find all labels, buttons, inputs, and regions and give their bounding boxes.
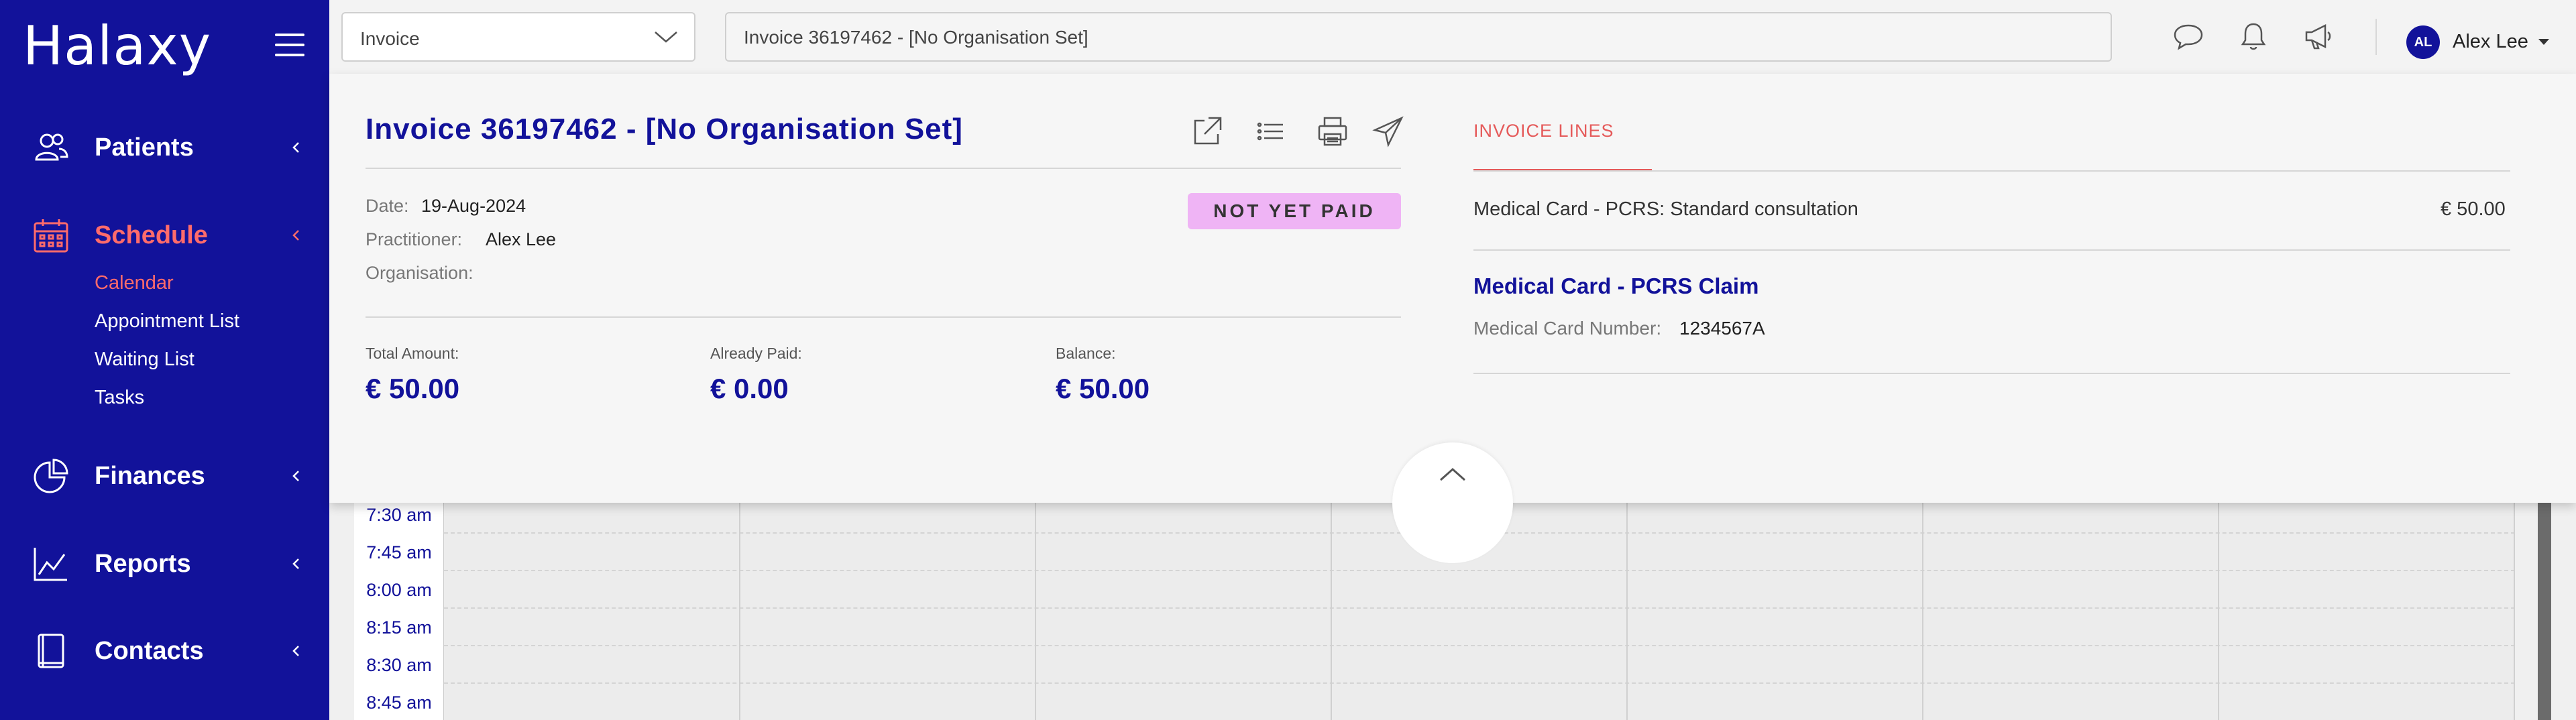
chevron-down-icon bbox=[655, 32, 677, 43]
chevron-up-icon bbox=[1440, 467, 1465, 481]
sidebar-item-finances[interactable]: Finances bbox=[0, 449, 329, 503]
pie-chart-icon bbox=[34, 459, 68, 493]
bell-icon[interactable] bbox=[2237, 21, 2270, 51]
calendar-column-divider bbox=[2514, 496, 2515, 720]
organisation-label: Organisation: bbox=[366, 263, 473, 283]
calendar-row[interactable] bbox=[444, 571, 2515, 609]
line-chart-icon bbox=[34, 548, 67, 581]
divider bbox=[366, 316, 1401, 318]
calendar-row[interactable] bbox=[444, 646, 2515, 684]
sidebar-item-schedule[interactable]: Schedule bbox=[0, 208, 329, 262]
time-label: 7:45 am bbox=[366, 542, 432, 562]
avatar[interactable]: AL bbox=[2406, 25, 2440, 59]
divider bbox=[1473, 170, 2510, 172]
logo-text: Halaxy bbox=[23, 15, 212, 77]
top-bar: Invoice Invoice 36197462 - [No Organisat… bbox=[329, 0, 2576, 74]
topbar-divider bbox=[2375, 19, 2377, 55]
send-icon[interactable] bbox=[1372, 115, 1404, 147]
sidebar: Halaxy Patients Schedule Calendar Appoin… bbox=[0, 0, 329, 720]
search-input-value: Invoice 36197462 - [No Organisation Set] bbox=[744, 27, 1088, 48]
invoice-line-description: Medical Card - PCRS: Standard consultati… bbox=[1473, 198, 1858, 220]
chevron-left-icon bbox=[292, 558, 299, 569]
open-external-icon[interactable] bbox=[1191, 115, 1223, 147]
chevron-left-icon bbox=[292, 646, 299, 656]
invoice-title: Invoice 36197462 - [No Organisation Set] bbox=[366, 113, 963, 145]
address-book-icon bbox=[38, 634, 64, 668]
chevron-left-icon bbox=[292, 142, 299, 153]
time-label: 8:45 am bbox=[366, 693, 432, 713]
sidebar-subitem-appointment-list[interactable]: Appointment List bbox=[95, 310, 239, 333]
practitioner-value: Alex Lee bbox=[486, 229, 557, 249]
total-amount-value: € 50.00 bbox=[366, 373, 460, 404]
megaphone-icon[interactable] bbox=[2302, 21, 2335, 51]
print-icon[interactable] bbox=[1317, 115, 1349, 147]
total-amount-label: Total Amount: bbox=[366, 345, 459, 362]
search-type-select[interactable]: Invoice bbox=[341, 12, 695, 62]
calendar-row[interactable] bbox=[444, 609, 2515, 646]
time-label: 8:00 am bbox=[366, 580, 432, 600]
calendar-icon bbox=[34, 219, 68, 253]
chevron-left-icon bbox=[292, 230, 299, 241]
sidebar-item-contacts[interactable]: Contacts bbox=[0, 624, 329, 678]
menu-toggle-icon[interactable] bbox=[275, 34, 304, 56]
medical-card-number-label: Medical Card Number: bbox=[1473, 318, 1662, 339]
sidebar-item-label: Schedule bbox=[95, 221, 208, 249]
chat-icon[interactable] bbox=[2172, 21, 2204, 51]
vertical-scrollbar[interactable] bbox=[2538, 496, 2551, 720]
status-badge: NOT YET PAID bbox=[1188, 193, 1401, 229]
search-type-value: Invoice bbox=[360, 28, 420, 49]
sidebar-item-patients[interactable]: Patients bbox=[0, 121, 329, 174]
list-icon[interactable] bbox=[1255, 115, 1287, 147]
calendar-column-divider bbox=[739, 496, 740, 720]
calendar-column-divider bbox=[1035, 496, 1036, 720]
sidebar-item-label: Contacts bbox=[95, 636, 204, 665]
invoice-panel: Invoice 36197462 - [No Organisation Set]… bbox=[329, 74, 2576, 563]
calendar-column-divider bbox=[1922, 496, 1923, 720]
date-label: Date: bbox=[366, 196, 409, 216]
tab-invoice-lines[interactable]: INVOICE LINES bbox=[1473, 121, 1614, 141]
time-column: 7:30 am 7:45 am 8:00 am 8:15 am 8:30 am … bbox=[354, 496, 444, 720]
chevron-left-icon bbox=[292, 471, 299, 481]
balance-label: Balance: bbox=[1056, 345, 1116, 362]
sidebar-subitem-waiting-list[interactable]: Waiting List bbox=[95, 349, 194, 371]
divider bbox=[1473, 373, 2510, 374]
date-value: 19-Aug-2024 bbox=[421, 196, 526, 216]
collapse-panel-button[interactable] bbox=[1392, 442, 1513, 563]
calendar-column-divider bbox=[1331, 496, 1332, 720]
sidebar-item-reports[interactable]: Reports bbox=[0, 537, 329, 591]
patients-icon bbox=[35, 133, 68, 161]
invoice-line-amount: € 50.00 bbox=[2441, 198, 2506, 220]
halaxy-logo[interactable]: Halaxy bbox=[23, 16, 211, 76]
sidebar-item-label: Patients bbox=[95, 133, 194, 162]
claim-title: Medical Card - PCRS Claim bbox=[1473, 274, 1759, 298]
calendar-row[interactable] bbox=[444, 684, 2515, 720]
practitioner-label: Practitioner: bbox=[366, 229, 463, 249]
time-label: 8:30 am bbox=[366, 655, 432, 675]
caret-down-icon[interactable] bbox=[2538, 39, 2549, 45]
already-paid-label: Already Paid: bbox=[710, 345, 802, 362]
medical-card-number-value: 1234567A bbox=[1679, 318, 1765, 339]
calendar-column-divider bbox=[2218, 496, 2219, 720]
calendar-column-divider bbox=[1626, 496, 1628, 720]
already-paid-value: € 0.00 bbox=[710, 373, 789, 404]
search-input[interactable]: Invoice 36197462 - [No Organisation Set] bbox=[725, 12, 2112, 62]
sidebar-subitem-calendar[interactable]: Calendar bbox=[95, 272, 174, 294]
divider bbox=[1473, 249, 2510, 251]
sidebar-subitem-tasks[interactable]: Tasks bbox=[95, 387, 144, 409]
divider bbox=[366, 168, 1401, 169]
sidebar-item-label: Finances bbox=[95, 461, 205, 490]
sidebar-item-label: Reports bbox=[95, 549, 191, 578]
user-menu[interactable]: Alex Lee bbox=[2453, 31, 2528, 53]
balance-value: € 50.00 bbox=[1056, 373, 1150, 404]
time-label: 8:15 am bbox=[366, 617, 432, 638]
